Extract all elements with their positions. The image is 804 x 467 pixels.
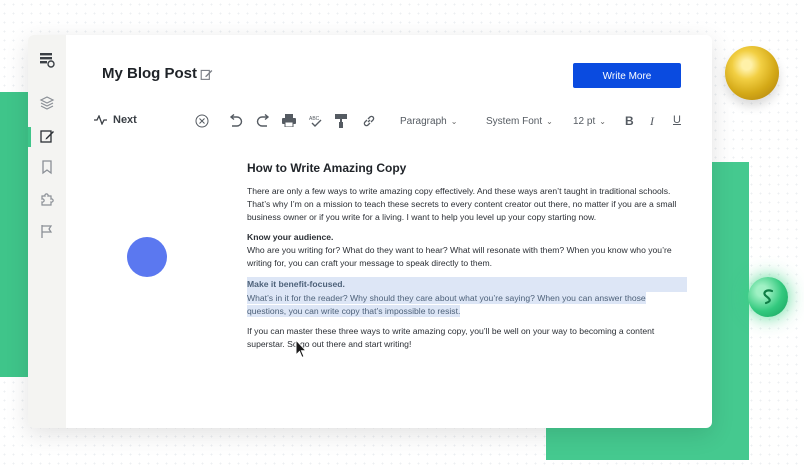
spellcheck-icon[interactable]: ABC [309, 114, 323, 128]
green-coin-decoration [748, 277, 788, 317]
blue-ball-decoration [127, 237, 167, 277]
sidebar [28, 35, 66, 428]
edit-title-icon[interactable] [200, 68, 213, 81]
page-title: My Blog Post [102, 65, 198, 82]
document-intro: There are only a few ways to write amazi… [247, 186, 677, 222]
editor-window: My Blog Post Write More Next ABC Paragra… [28, 35, 712, 428]
underline-button[interactable]: U [673, 114, 681, 126]
next-label: Next [113, 114, 137, 126]
logo-icon[interactable] [39, 52, 55, 68]
bold-button[interactable]: B [625, 114, 634, 128]
section-audience-body: Who are you writing for? What do they wa… [247, 245, 672, 268]
font-dropdown-label: System Font [486, 116, 543, 127]
next-button[interactable]: Next [94, 114, 137, 126]
print-icon[interactable] [282, 114, 296, 127]
font-size-label: 12 pt [573, 116, 596, 127]
italic-button[interactable]: I [650, 114, 654, 129]
bookmark-icon[interactable] [39, 159, 55, 175]
document-heading: How to Write Amazing Copy [247, 161, 407, 175]
clear-icon[interactable] [195, 114, 209, 128]
puzzle-icon[interactable] [39, 191, 55, 207]
chevron-down-icon: ⌄ [450, 117, 458, 126]
font-size-dropdown[interactable]: 12 pt ⌄ [573, 116, 606, 127]
format-painter-icon[interactable] [335, 114, 347, 128]
section-audience: Know your audience. Who are you writing … [247, 231, 687, 270]
sidebar-active-indicator [28, 127, 31, 147]
write-more-button[interactable]: Write More [573, 63, 681, 88]
undo-icon[interactable] [228, 114, 243, 128]
paragraph-dropdown[interactable]: Paragraph ⌄ [400, 116, 457, 127]
section-audience-title: Know your audience. [247, 232, 334, 242]
activity-icon [94, 115, 107, 125]
mouse-cursor-icon [295, 338, 308, 359]
coin-symbol-icon [763, 289, 774, 305]
chevron-down-icon: ⌄ [599, 117, 606, 126]
svg-text:ABC: ABC [309, 116, 320, 122]
document-outro: If you can master these three ways to wr… [247, 326, 655, 349]
flag-icon[interactable] [39, 223, 55, 239]
edit-icon[interactable] [39, 128, 55, 144]
paragraph-dropdown-label: Paragraph [400, 116, 447, 127]
chevron-down-icon: ⌄ [546, 117, 553, 126]
redo-icon[interactable] [256, 114, 271, 128]
gold-ball-decoration [725, 46, 779, 100]
layers-icon[interactable] [39, 95, 55, 111]
editor-document[interactable]: How to Write Amazing Copy There are only… [247, 160, 687, 358]
font-dropdown[interactable]: System Font ⌄ [486, 116, 553, 127]
link-icon[interactable] [362, 114, 376, 128]
section-benefit-title: Make it benefit-focused. [247, 277, 687, 292]
section-benefit: Make it benefit-focused. What’s in it fo… [247, 277, 687, 318]
section-benefit-body: What’s in it for the reader? Why should … [247, 292, 646, 317]
